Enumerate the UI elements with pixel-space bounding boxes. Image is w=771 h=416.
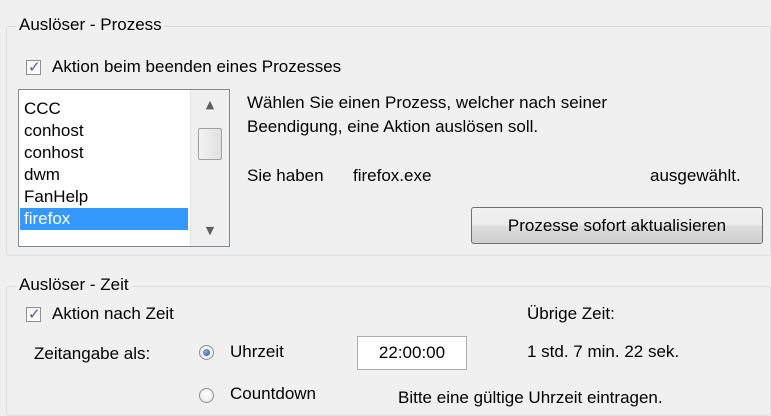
process-listbox[interactable]: CCC conhost conhost dwm FanHelp firefox … — [18, 89, 230, 247]
list-item[interactable]: conhost — [20, 120, 188, 142]
list-item[interactable]: conhost — [20, 142, 188, 164]
process-description-line1: Wählen Sie einen Prozess, welcher nach s… — [247, 93, 608, 112]
process-trigger-title: Auslöser - Prozess — [17, 15, 164, 35]
remaining-time-label: Übrige Zeit: — [527, 304, 615, 323]
radio-clock[interactable] — [199, 345, 214, 360]
process-description-line2: Beendigung, eine Aktion auslösen soll. — [247, 117, 539, 136]
time-trigger-title: Auslöser - Zeit — [17, 275, 131, 295]
list-item[interactable]: CCC — [20, 98, 188, 120]
checkmark-icon: ✓ — [28, 305, 41, 323]
process-action-checkbox-label[interactable]: Aktion beim beenden eines Prozesses — [52, 57, 341, 77]
checkmark-icon: ✓ — [28, 58, 41, 76]
selected-process-value: firefox.exe — [353, 166, 432, 185]
time-action-checkbox-label[interactable]: Aktion nach Zeit — [52, 304, 174, 324]
scroll-thumb[interactable] — [198, 128, 222, 160]
scroll-up-icon[interactable]: ▲ — [191, 94, 229, 116]
list-item-selected[interactable]: firefox — [20, 208, 188, 230]
time-input[interactable]: 22:00:00 — [357, 336, 467, 370]
radio-clock-label[interactable]: Uhrzeit — [230, 342, 284, 362]
time-format-label: Zeitangabe als: — [34, 344, 151, 363]
time-hint-text: Bitte eine gültige Uhrzeit eintragen. — [398, 388, 663, 407]
list-item[interactable]: FanHelp — [20, 186, 188, 208]
process-action-checkbox[interactable]: ✓ — [26, 58, 41, 76]
list-item[interactable]: dwm — [20, 164, 188, 186]
time-action-checkbox[interactable]: ✓ — [26, 305, 41, 323]
scroll-down-icon[interactable]: ▼ — [191, 220, 229, 242]
radio-selected-dot-icon — [203, 349, 210, 356]
radio-countdown[interactable] — [199, 388, 214, 403]
process-list-scrollbar[interactable]: ▲ ▼ — [190, 90, 229, 246]
selected-process-prefix: Sie haben — [247, 166, 324, 185]
remaining-time-value: 1 std. 7 min. 22 sek. — [527, 342, 680, 361]
radio-countdown-label[interactable]: Countdown — [230, 384, 316, 404]
selected-process-suffix: ausgewählt. — [650, 166, 741, 185]
refresh-processes-button[interactable]: Prozesse sofort aktualisieren — [471, 207, 763, 244]
